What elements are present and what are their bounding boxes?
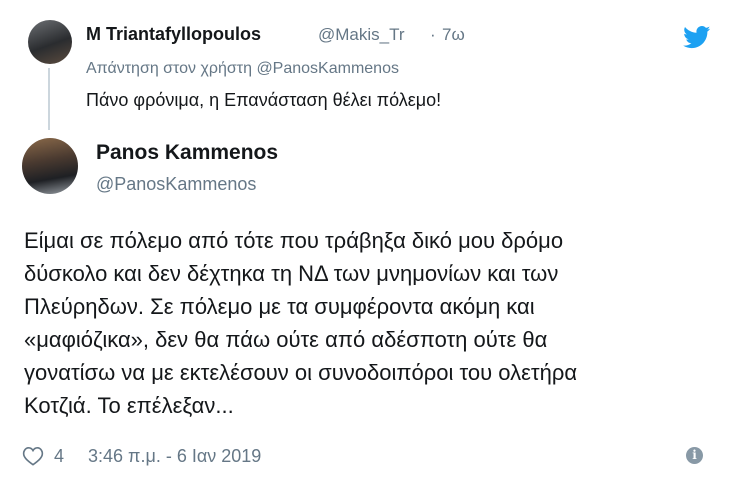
like-count[interactable]: 4	[54, 446, 64, 467]
main-author-name[interactable]: Panos Kammenos	[96, 141, 278, 165]
thread-connector-line	[48, 68, 50, 130]
replying-to-line: Απάντηση στον χρήστη @PanosKammenos	[86, 60, 399, 78]
reply-author-handle[interactable]: @Makis_Tr	[318, 25, 405, 45]
reply-author-name[interactable]: M Triantafyllopoulos	[86, 24, 261, 45]
replying-to-mention[interactable]: @PanosKammenos	[256, 60, 399, 77]
replying-to-prefix: Απάντηση στον χρήστη	[86, 60, 252, 77]
reply-time[interactable]: 7ω	[442, 25, 465, 45]
heart-icon[interactable]	[22, 446, 44, 466]
info-icon[interactable]: i	[686, 447, 703, 464]
main-author-avatar[interactable]	[22, 138, 78, 194]
tweet-line: Κοτζιά. Το επέλεξαν...	[24, 393, 234, 418]
tweet-line: «μαφιόζικα», δεν θα πάω ούτε από αδέσποτ…	[24, 327, 548, 352]
tweet-line: δύσκολο και δεν δέχτηκα τη ΝΔ των μνημον…	[24, 261, 559, 286]
main-author-handle[interactable]: @PanosKammenos	[96, 174, 256, 195]
tweet-timestamp[interactable]: 3:46 π.μ. - 6 Ιαν 2019	[88, 446, 261, 467]
reply-author-avatar[interactable]	[28, 20, 72, 64]
twitter-bird-icon[interactable]	[683, 26, 711, 49]
reply-separator: ·	[430, 25, 436, 44]
reply-tweet-text: Πάνο φρόνιμα, η Επανάσταση θέλει πόλεμο!	[86, 90, 442, 110]
tweet-line: Είμαι σε πόλεμο από τότε που τράβηξα δικ…	[24, 228, 564, 253]
tweet-line: γονατίσω να με εκτελέσουν οι συνοδοιπόρο…	[24, 360, 578, 385]
main-tweet-text: Είμαι σε πόλεμο από τότε που τράβηξα δικ…	[24, 224, 724, 422]
tweet-line: Πλεύρηδων. Σε πόλεμο με τα συμφέροντα ακ…	[24, 294, 535, 319]
